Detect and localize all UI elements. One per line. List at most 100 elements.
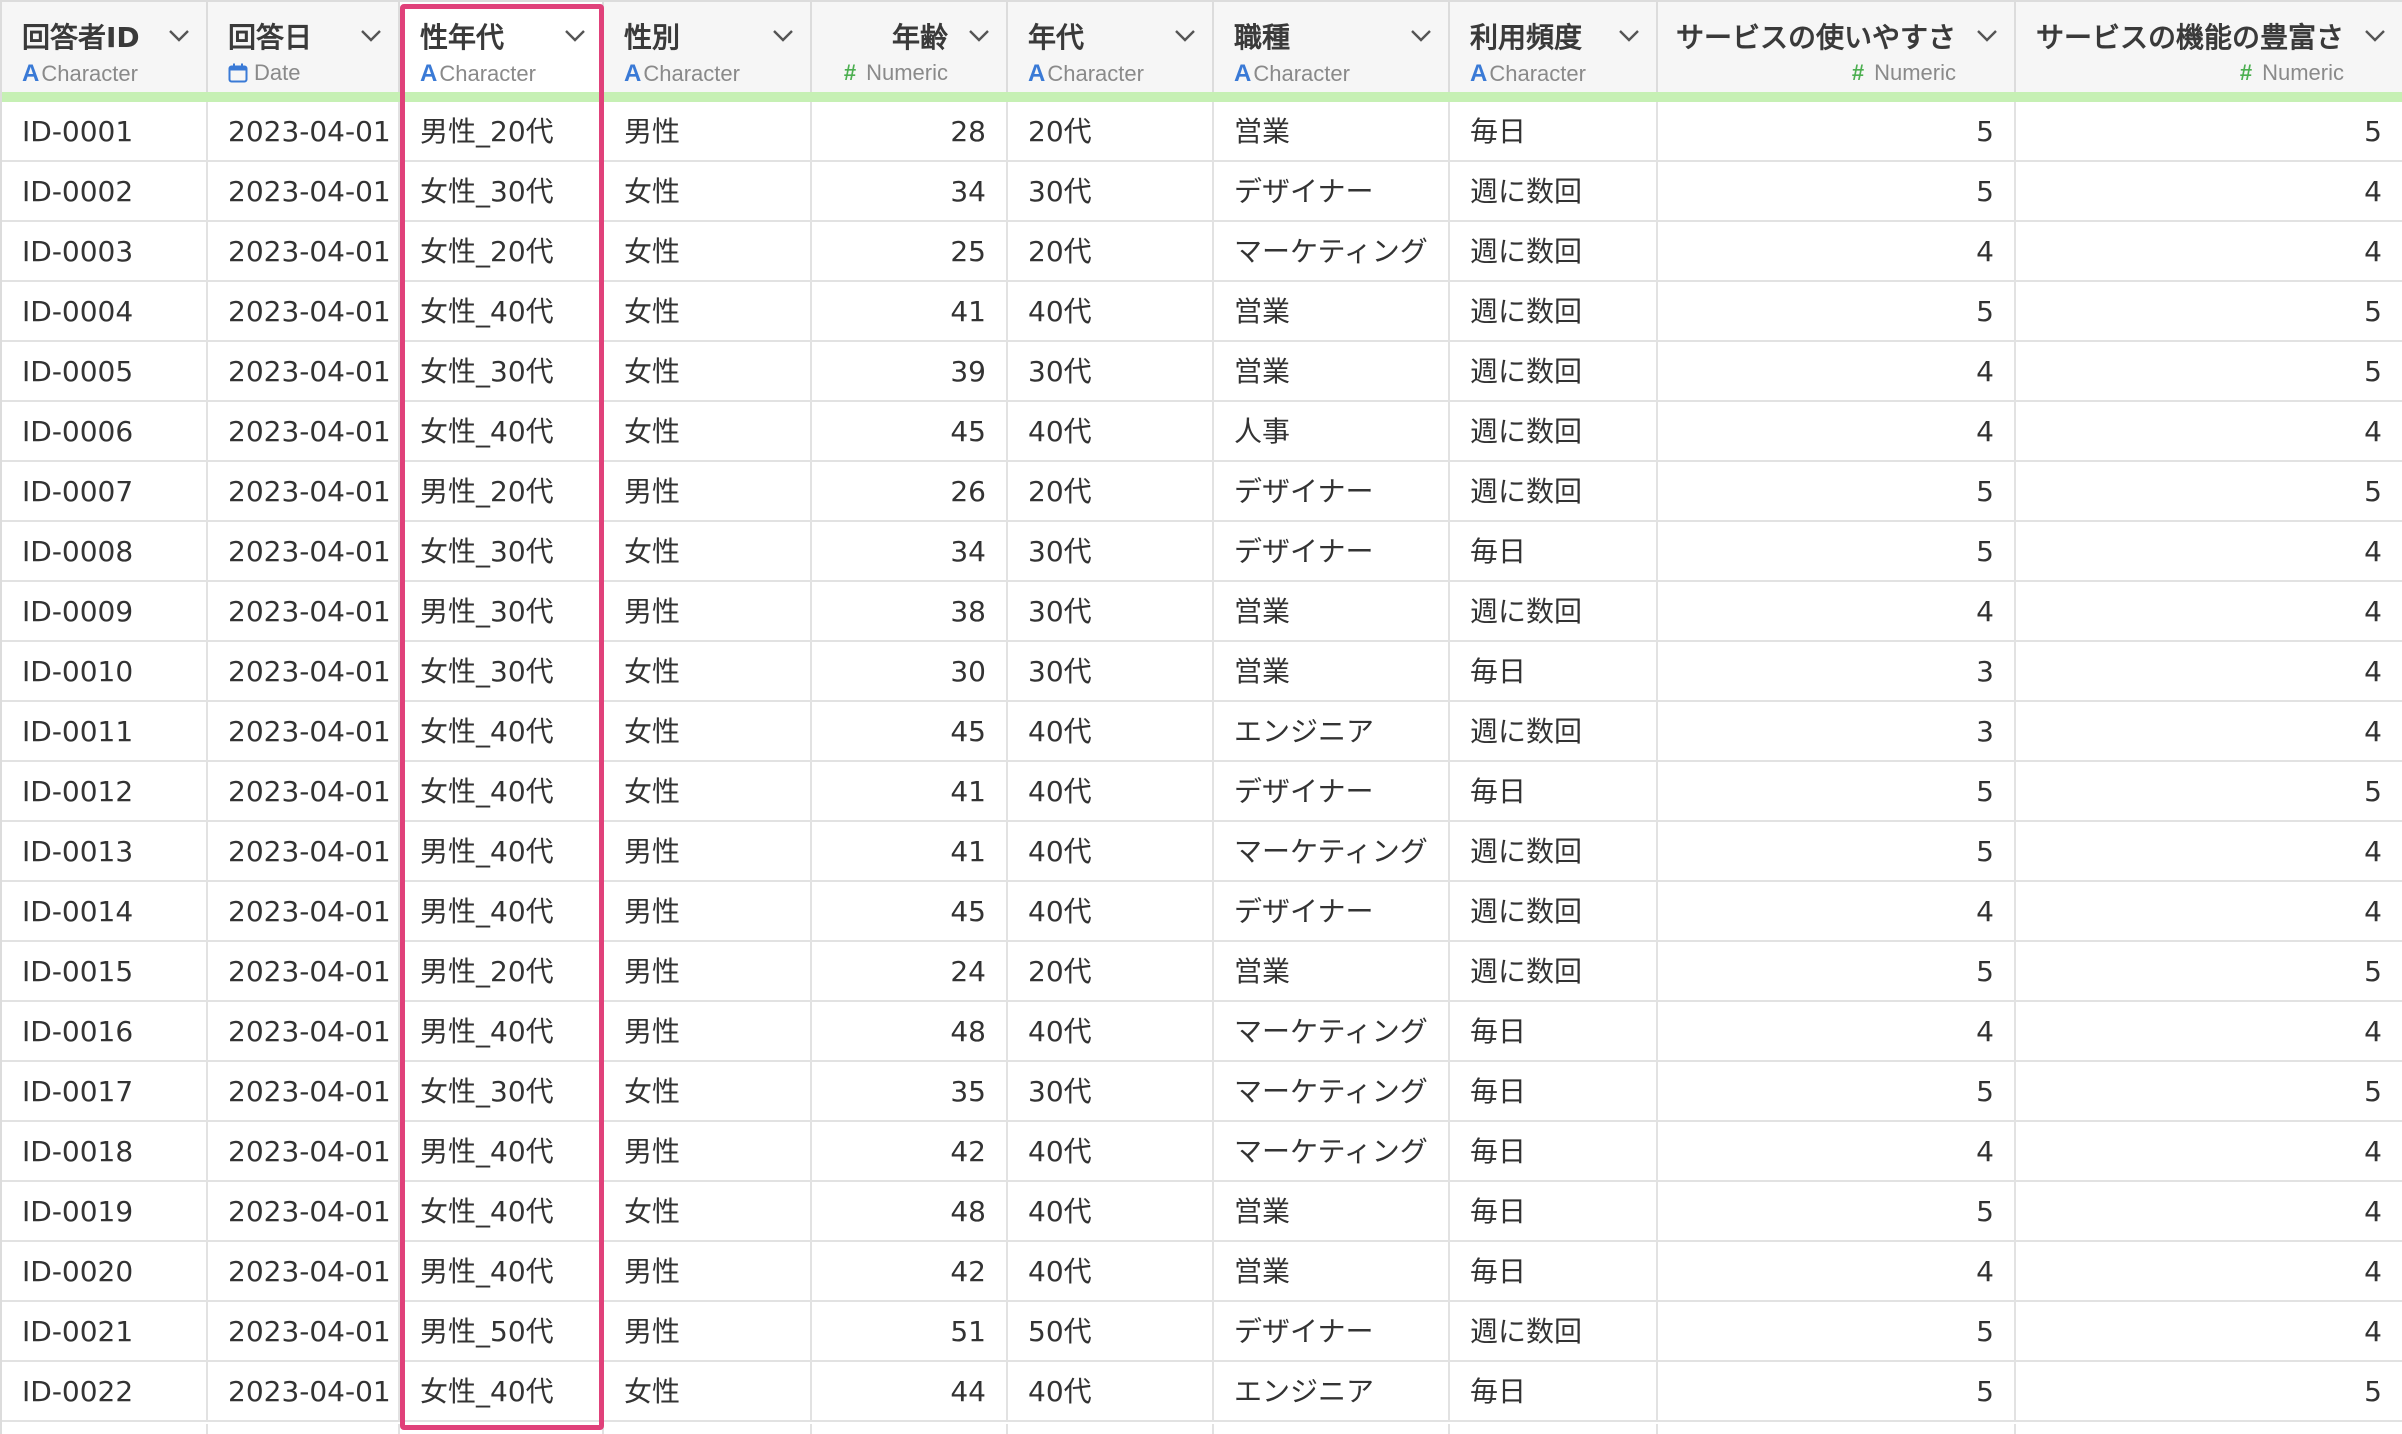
table-row[interactable]: ID-0007 2023-04-01 男性_20代 男性 26 20代 デザイナー 週に数回 5… [2, 462, 2402, 522]
table-cell[interactable]: 女性 [604, 702, 812, 762]
table-cell[interactable]: 45 [812, 882, 1008, 942]
column-header[interactable]: 職種 ACharacter [1214, 2, 1450, 94]
table-cell[interactable]: 5 [2016, 1362, 2402, 1422]
table-cell[interactable]: マーケティング [1214, 222, 1450, 282]
table-cell[interactable]: マーケティング [1214, 1122, 1450, 1182]
table-cell[interactable]: 2023-04-01 [208, 822, 400, 882]
table-cell[interactable]: ID-0002 [2, 162, 208, 222]
table-row[interactable]: ID-0005 2023-04-01 女性_30代 女性 39 30代 営業 週に数回 4 5 [2, 342, 2402, 402]
table-cell[interactable]: 2023-04-01 [208, 402, 400, 462]
chevron-down-icon[interactable] [1974, 22, 2000, 48]
table-cell[interactable]: 48 [812, 1002, 1008, 1062]
table-cell[interactable]: 男性_20代 [400, 462, 604, 522]
table-cell[interactable]: 女性_40代 [400, 1362, 604, 1422]
table-cell[interactable]: 28 [812, 102, 1008, 162]
table-row[interactable]: ID-0019 2023-04-01 女性_40代 女性 48 40代 営業 毎日 5 4 [2, 1182, 2402, 1242]
table-cell[interactable]: 女性_30代 [400, 522, 604, 582]
table-cell[interactable]: 39 [812, 342, 1008, 402]
table-cell[interactable]: 2023-04-01 [208, 342, 400, 402]
table-cell[interactable]: 40代 [1008, 282, 1214, 342]
table-cell[interactable]: 女性 [604, 162, 812, 222]
table-cell[interactable]: 4 [2016, 162, 2402, 222]
table-cell[interactable]: 3 [1658, 642, 2016, 702]
table-cell[interactable]: 5 [1658, 942, 2016, 1002]
table-cell[interactable]: 40代 [1008, 762, 1214, 822]
table-cell[interactable]: 週に数回 [1450, 162, 1658, 222]
table-cell[interactable]: 5 [1658, 1302, 2016, 1362]
table-cell[interactable]: 2023-04-01 [208, 162, 400, 222]
table-cell[interactable]: 5 [1658, 522, 2016, 582]
table-cell[interactable]: 4 [2016, 582, 2402, 642]
column-header[interactable]: 性別 ACharacter [604, 2, 812, 94]
table-cell[interactable]: 4 [1658, 222, 2016, 282]
table-cell[interactable]: エンジニア [1214, 702, 1450, 762]
table-cell[interactable]: 38 [812, 582, 1008, 642]
table-cell[interactable]: 4 [2016, 1242, 2402, 1302]
table-cell[interactable]: 男性 [604, 462, 812, 522]
table-row[interactable]: ID-0018 2023-04-01 男性_40代 男性 42 40代 マーケティング 毎日 4… [2, 1122, 2402, 1182]
table-cell[interactable]: 20代 [1008, 102, 1214, 162]
table-cell[interactable]: 営業 [1214, 582, 1450, 642]
table-cell[interactable]: 女性 [604, 762, 812, 822]
table-cell[interactable]: 毎日 [1450, 1062, 1658, 1122]
table-cell[interactable]: 男性_40代 [400, 822, 604, 882]
table-cell[interactable]: 男性 [604, 1302, 812, 1362]
table-cell[interactable]: 30代 [1008, 162, 1214, 222]
table-cell[interactable]: ID-0015 [2, 942, 208, 1002]
table-cell[interactable]: 4 [2016, 1122, 2402, 1182]
table-cell[interactable]: 40代 [1008, 1002, 1214, 1062]
table-cell[interactable]: 男性 [604, 582, 812, 642]
table-row[interactable]: ID-0001 2023-04-01 男性_20代 男性 28 20代 営業 毎日 5 5 [2, 102, 2402, 162]
table-cell[interactable]: 男性_40代 [400, 1122, 604, 1182]
table-cell[interactable]: 4 [1658, 582, 2016, 642]
table-cell[interactable]: 2023-04-01 [208, 1362, 400, 1422]
chevron-down-icon[interactable] [358, 22, 384, 48]
chevron-down-icon[interactable] [966, 22, 992, 48]
table-cell[interactable]: 40代 [1008, 822, 1214, 882]
table-cell[interactable]: ID-0012 [2, 762, 208, 822]
table-cell[interactable]: 5 [1658, 162, 2016, 222]
table-cell[interactable]: 30代 [1008, 1062, 1214, 1122]
table-cell[interactable]: 4 [2016, 882, 2402, 942]
table-cell[interactable]: 毎日 [1450, 762, 1658, 822]
table-cell[interactable]: 週に数回 [1450, 462, 1658, 522]
table-cell[interactable]: 女性_20代 [400, 222, 604, 282]
table-cell[interactable]: 営業 [1214, 1182, 1450, 1242]
table-cell[interactable]: 女性_40代 [400, 762, 604, 822]
table-cell[interactable]: 3 [1658, 702, 2016, 762]
table-cell[interactable]: 5 [2016, 282, 2402, 342]
table-cell[interactable]: 40代 [1008, 882, 1214, 942]
table-cell[interactable]: 毎日 [1450, 1122, 1658, 1182]
table-cell[interactable]: 41 [812, 822, 1008, 882]
table-cell[interactable]: 男性_50代 [400, 1302, 604, 1362]
table-row[interactable]: ID-0013 2023-04-01 男性_40代 男性 41 40代 マーケティング 週に数… [2, 822, 2402, 882]
table-cell[interactable]: 営業 [1214, 102, 1450, 162]
table-cell[interactable]: 男性_30代 [400, 582, 604, 642]
table-cell[interactable]: 女性 [604, 1362, 812, 1422]
table-cell[interactable]: 44 [812, 1362, 1008, 1422]
table-cell[interactable]: 40代 [1008, 1242, 1214, 1302]
table-cell[interactable]: 男性_20代 [400, 942, 604, 1002]
table-cell[interactable]: 5 [2016, 462, 2402, 522]
table-cell[interactable]: 2023-04-01 [208, 1302, 400, 1362]
table-cell[interactable]: 営業 [1214, 1242, 1450, 1302]
table-cell[interactable]: ID-0009 [2, 582, 208, 642]
table-cell[interactable]: 2023-04-01 [208, 282, 400, 342]
column-header[interactable]: 回答者ID ACharacter [2, 2, 208, 94]
table-cell[interactable]: 男性 [604, 822, 812, 882]
table-cell[interactable]: 5 [1658, 462, 2016, 522]
table-cell[interactable]: 30代 [1008, 342, 1214, 402]
column-header[interactable]: 年齢 # Numeric [812, 2, 1008, 94]
table-cell[interactable]: 2023-04-01 [208, 1122, 400, 1182]
table-cell[interactable]: 毎日 [1450, 1242, 1658, 1302]
table-cell[interactable]: 30代 [1008, 522, 1214, 582]
table-cell[interactable]: 30代 [1008, 642, 1214, 702]
table-row[interactable]: ID-0011 2023-04-01 女性_40代 女性 45 40代 エンジニア 週に数回 3… [2, 702, 2402, 762]
column-header[interactable]: サービスの使いやすさ # Numeric [1658, 2, 2016, 94]
table-cell[interactable]: ID-0021 [2, 1302, 208, 1362]
table-cell[interactable]: 週に数回 [1450, 942, 1658, 1002]
table-cell[interactable]: 5 [2016, 342, 2402, 402]
table-cell[interactable]: 男性 [604, 1002, 812, 1062]
table-cell[interactable]: 人事 [1214, 402, 1450, 462]
table-cell[interactable]: 2023-04-01 [208, 582, 400, 642]
